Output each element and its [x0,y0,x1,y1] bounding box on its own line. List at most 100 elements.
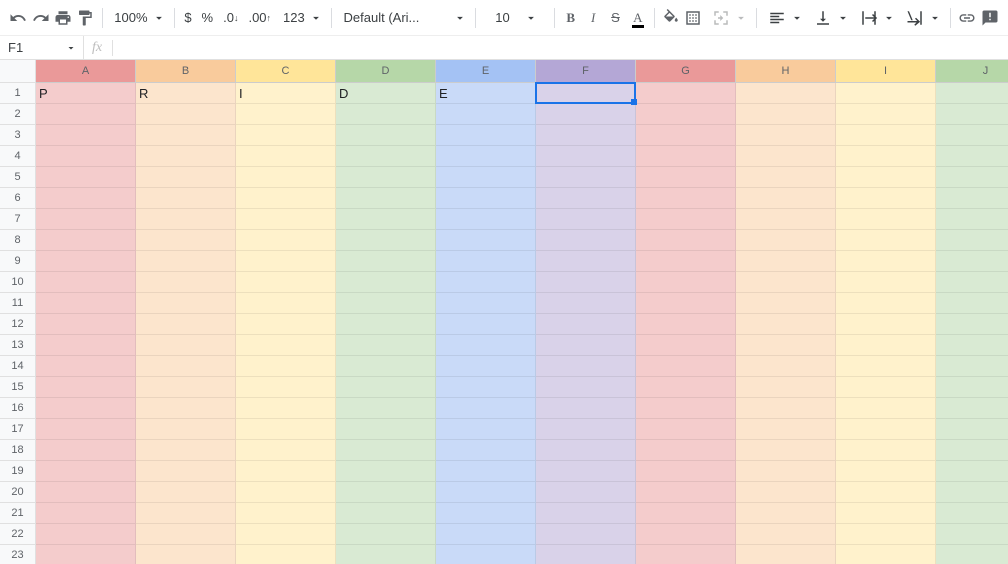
row-header[interactable]: 10 [0,272,36,293]
cell[interactable] [136,314,236,335]
cell[interactable] [536,83,636,104]
cell[interactable] [436,503,536,524]
cell[interactable] [536,104,636,125]
cell[interactable] [336,461,436,482]
cell[interactable] [836,83,936,104]
cell[interactable] [436,335,536,356]
cell[interactable] [236,314,336,335]
cell[interactable] [236,419,336,440]
cell[interactable] [536,188,636,209]
cell[interactable] [236,398,336,419]
vertical-align-dropdown[interactable] [808,5,852,31]
cell[interactable] [136,461,236,482]
cell[interactable] [136,209,236,230]
cell[interactable] [436,230,536,251]
cell[interactable] [436,251,536,272]
cell[interactable] [336,251,436,272]
row-header[interactable]: 14 [0,356,36,377]
cell[interactable] [936,125,1008,146]
row-header[interactable]: 1 [0,83,36,104]
text-rotation-dropdown[interactable] [900,5,944,31]
row-header[interactable]: 13 [0,335,36,356]
cell[interactable] [36,209,136,230]
cell[interactable] [636,230,736,251]
cell[interactable] [136,146,236,167]
cell[interactable] [736,188,836,209]
cell[interactable] [136,503,236,524]
cell[interactable] [936,335,1008,356]
cell[interactable] [336,419,436,440]
cell[interactable] [836,167,936,188]
cell[interactable] [36,188,136,209]
strikethrough-button[interactable]: S [605,5,625,31]
cell[interactable] [836,272,936,293]
cell[interactable] [36,146,136,167]
cell[interactable] [836,146,936,167]
select-all-corner[interactable] [0,60,36,83]
column-header[interactable]: C [236,60,336,83]
cell[interactable] [136,167,236,188]
cell[interactable] [736,461,836,482]
cell[interactable] [436,188,536,209]
cell[interactable] [336,545,436,564]
cell[interactable] [236,377,336,398]
cell[interactable] [336,503,436,524]
decrease-decimal-button[interactable]: .0↓ [219,5,242,31]
cell[interactable] [36,545,136,564]
cell[interactable] [836,251,936,272]
cell[interactable] [436,419,536,440]
row-header[interactable]: 23 [0,545,36,564]
cell[interactable] [636,545,736,564]
cell[interactable] [336,125,436,146]
cell[interactable] [836,209,936,230]
cell[interactable] [736,377,836,398]
cell[interactable] [136,356,236,377]
zoom-dropdown[interactable]: 100% [108,5,167,31]
cell[interactable] [436,104,536,125]
column-header[interactable]: F [536,60,636,83]
cell[interactable] [536,272,636,293]
column-header[interactable]: I [836,60,936,83]
cell[interactable] [736,335,836,356]
cell[interactable] [536,419,636,440]
font-size-dropdown[interactable]: 10 [481,5,547,31]
cell[interactable] [136,272,236,293]
cell[interactable] [836,188,936,209]
row-header[interactable]: 7 [0,209,36,230]
cell[interactable] [736,167,836,188]
cell[interactable] [336,482,436,503]
cell[interactable] [336,104,436,125]
cell[interactable] [536,440,636,461]
row-header[interactable]: 22 [0,524,36,545]
cell[interactable] [336,314,436,335]
cell[interactable] [436,356,536,377]
cell[interactable] [736,272,836,293]
print-button[interactable] [53,5,73,31]
cell[interactable] [936,503,1008,524]
cell[interactable] [736,209,836,230]
cell[interactable] [936,545,1008,564]
cell[interactable] [136,230,236,251]
cell[interactable] [836,377,936,398]
cell[interactable] [436,398,536,419]
cell[interactable] [736,146,836,167]
redo-button[interactable] [30,5,50,31]
cell[interactable] [536,314,636,335]
cell[interactable] [836,440,936,461]
cell[interactable] [536,398,636,419]
cell[interactable] [236,524,336,545]
cell[interactable] [136,251,236,272]
cell[interactable] [936,230,1008,251]
cell[interactable] [836,461,936,482]
cell[interactable]: I [236,83,336,104]
cell[interactable] [636,125,736,146]
cell[interactable] [636,482,736,503]
cell[interactable] [936,293,1008,314]
cell[interactable] [36,356,136,377]
cell[interactable] [536,377,636,398]
cell[interactable] [936,524,1008,545]
cell[interactable] [836,482,936,503]
font-dropdown[interactable]: Default (Ari... [338,5,469,31]
cell[interactable] [636,146,736,167]
italic-button[interactable]: I [583,5,603,31]
